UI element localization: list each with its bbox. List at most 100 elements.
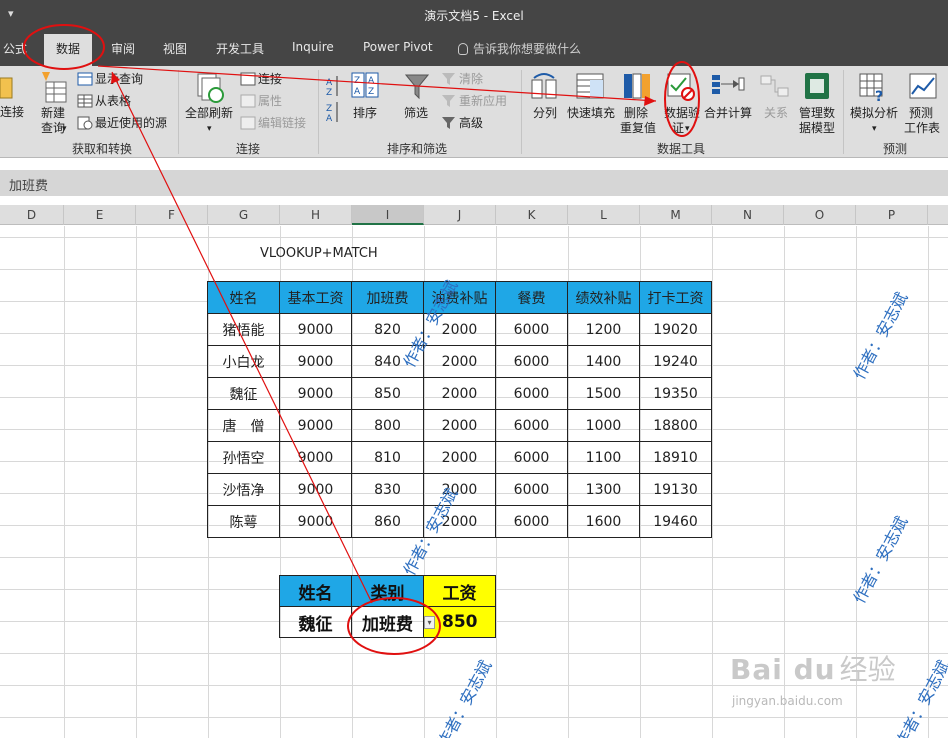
name-cell[interactable]: 小白龙 bbox=[207, 345, 280, 378]
value-cell[interactable]: 6000 bbox=[495, 345, 568, 378]
from-table-button[interactable]: 从表格 bbox=[95, 94, 131, 109]
column-header[interactable]: P bbox=[856, 205, 928, 225]
value-cell[interactable]: 19020 bbox=[639, 313, 712, 346]
tab-formulas[interactable]: 公式 bbox=[3, 40, 27, 57]
name-cell[interactable]: 孙悟空 bbox=[207, 441, 280, 474]
value-cell[interactable]: 1100 bbox=[567, 441, 640, 474]
column-header[interactable]: L bbox=[568, 205, 640, 225]
tab-inquire[interactable]: Inquire bbox=[292, 40, 334, 54]
lookup-header-category[interactable]: 类别 bbox=[351, 575, 424, 607]
value-cell[interactable]: 830 bbox=[351, 473, 424, 506]
data-validation-dropdown-icon[interactable]: ▾ bbox=[685, 122, 690, 137]
connections-button[interactable]: 连接 bbox=[258, 72, 282, 87]
value-cell[interactable]: 810 bbox=[351, 441, 424, 474]
value-cell[interactable]: 1600 bbox=[567, 505, 640, 538]
tab-view[interactable]: 视图 bbox=[163, 40, 187, 57]
column-header[interactable]: F bbox=[136, 205, 208, 225]
lookup-name-cell[interactable]: 魏征 bbox=[279, 606, 352, 638]
value-cell[interactable]: 6000 bbox=[495, 409, 568, 442]
value-cell[interactable]: 9000 bbox=[279, 441, 352, 474]
refresh-all-button[interactable]: 全部刷新 bbox=[185, 106, 233, 121]
value-cell[interactable]: 2000 bbox=[423, 345, 496, 378]
value-cell[interactable]: 19460 bbox=[639, 505, 712, 538]
formula-bar[interactable]: 加班费 bbox=[0, 170, 948, 196]
advanced-button[interactable]: 高级 bbox=[459, 116, 483, 131]
value-cell[interactable]: 2000 bbox=[423, 409, 496, 442]
value-cell[interactable]: 1300 bbox=[567, 473, 640, 506]
clear-button[interactable]: 清除 bbox=[459, 72, 483, 87]
connect-button[interactable]: 连接 bbox=[0, 105, 24, 120]
show-queries-button[interactable]: 显示查询 bbox=[95, 72, 143, 87]
data-validation-button[interactable]: 数据验 bbox=[664, 106, 700, 121]
column-header[interactable]: H bbox=[280, 205, 352, 225]
value-cell[interactable]: 1200 bbox=[567, 313, 640, 346]
sort-button[interactable]: 排序 bbox=[353, 106, 377, 121]
value-cell[interactable]: 2000 bbox=[423, 377, 496, 410]
column-header[interactable]: D bbox=[0, 205, 64, 225]
forecast-sheet-button[interactable]: 预测 bbox=[909, 106, 933, 121]
properties-button[interactable]: 属性 bbox=[258, 94, 282, 109]
column-header[interactable]: E bbox=[64, 205, 136, 225]
tell-me-search[interactable]: 告诉我你想要做什么 bbox=[458, 40, 581, 57]
reapply-button[interactable]: 重新应用 bbox=[459, 94, 507, 109]
value-cell[interactable]: 1500 bbox=[567, 377, 640, 410]
value-cell[interactable]: 19240 bbox=[639, 345, 712, 378]
tab-data[interactable]: 数据 bbox=[44, 34, 93, 66]
value-cell[interactable]: 850 bbox=[351, 377, 424, 410]
header-cell[interactable]: 打卡工资 bbox=[639, 281, 712, 314]
refresh-dropdown-icon[interactable]: ▾ bbox=[207, 122, 212, 137]
flash-fill-button[interactable]: 快速填充 bbox=[567, 106, 615, 121]
column-header-selected[interactable]: I bbox=[352, 205, 424, 225]
column-header[interactable]: O bbox=[784, 205, 856, 225]
value-cell[interactable]: 9000 bbox=[279, 409, 352, 442]
value-cell[interactable]: 800 bbox=[351, 409, 424, 442]
column-header[interactable]: N bbox=[712, 205, 784, 225]
value-cell[interactable]: 9000 bbox=[279, 345, 352, 378]
value-cell[interactable]: 1400 bbox=[567, 345, 640, 378]
value-cell[interactable]: 9000 bbox=[279, 313, 352, 346]
name-cell[interactable]: 魏征 bbox=[207, 377, 280, 410]
tab-power-pivot[interactable]: Power Pivot bbox=[363, 40, 433, 54]
header-cell[interactable]: 基本工资 bbox=[279, 281, 352, 314]
name-cell[interactable]: 猪悟能 bbox=[207, 313, 280, 346]
relationships-button[interactable]: 关系 bbox=[764, 106, 788, 121]
lookup-header-name[interactable]: 姓名 bbox=[279, 575, 352, 607]
value-cell[interactable]: 6000 bbox=[495, 473, 568, 506]
what-if-analysis-button[interactable]: 模拟分析 bbox=[850, 106, 898, 121]
name-cell[interactable]: 沙悟净 bbox=[207, 473, 280, 506]
value-cell[interactable]: 9000 bbox=[279, 473, 352, 506]
consolidate-button[interactable]: 合并计算 bbox=[704, 106, 752, 121]
edit-links-button[interactable]: 编辑链接 bbox=[258, 116, 306, 131]
what-if-dropdown-icon[interactable]: ▾ bbox=[872, 122, 877, 137]
value-cell[interactable]: 9000 bbox=[279, 505, 352, 538]
value-cell[interactable]: 6000 bbox=[495, 441, 568, 474]
value-cell[interactable]: 18800 bbox=[639, 409, 712, 442]
formula-note-cell[interactable]: VLOOKUP+MATCH bbox=[260, 246, 378, 261]
lookup-category-dropdown-cell[interactable]: 加班费 ▾ bbox=[351, 606, 435, 638]
value-cell[interactable]: 19130 bbox=[639, 473, 712, 506]
tab-developer[interactable]: 开发工具 bbox=[216, 40, 264, 57]
header-cell[interactable]: 餐费 bbox=[495, 281, 568, 314]
header-cell[interactable]: 姓名 bbox=[207, 281, 280, 314]
name-cell[interactable]: 唐 僧 bbox=[207, 409, 280, 442]
value-cell[interactable]: 9000 bbox=[279, 377, 352, 410]
manage-data-model-button[interactable]: 管理数 bbox=[799, 106, 835, 121]
filter-button[interactable]: 筛选 bbox=[404, 106, 428, 121]
name-cell[interactable]: 陈萼 bbox=[207, 505, 280, 538]
value-cell[interactable]: 6000 bbox=[495, 505, 568, 538]
lookup-header-salary[interactable]: 工资 bbox=[423, 575, 496, 607]
new-query-dropdown-icon[interactable]: ▾ bbox=[62, 122, 67, 137]
column-header[interactable]: G bbox=[208, 205, 280, 225]
value-cell[interactable]: 1000 bbox=[567, 409, 640, 442]
tab-review[interactable]: 审阅 bbox=[111, 40, 135, 57]
header-cell[interactable]: 绩效补贴 bbox=[567, 281, 640, 314]
value-cell[interactable]: 19350 bbox=[639, 377, 712, 410]
column-header[interactable]: J bbox=[424, 205, 496, 225]
recent-sources-button[interactable]: 最近使用的源 bbox=[95, 116, 167, 131]
value-cell[interactable]: 18910 bbox=[639, 441, 712, 474]
dropdown-arrow-icon[interactable]: ▾ bbox=[424, 616, 435, 629]
text-to-columns-button[interactable]: 分列 bbox=[533, 106, 557, 121]
value-cell[interactable]: 6000 bbox=[495, 377, 568, 410]
header-cell[interactable]: 加班费 bbox=[351, 281, 424, 314]
remove-duplicates-button[interactable]: 删除 bbox=[624, 106, 648, 121]
